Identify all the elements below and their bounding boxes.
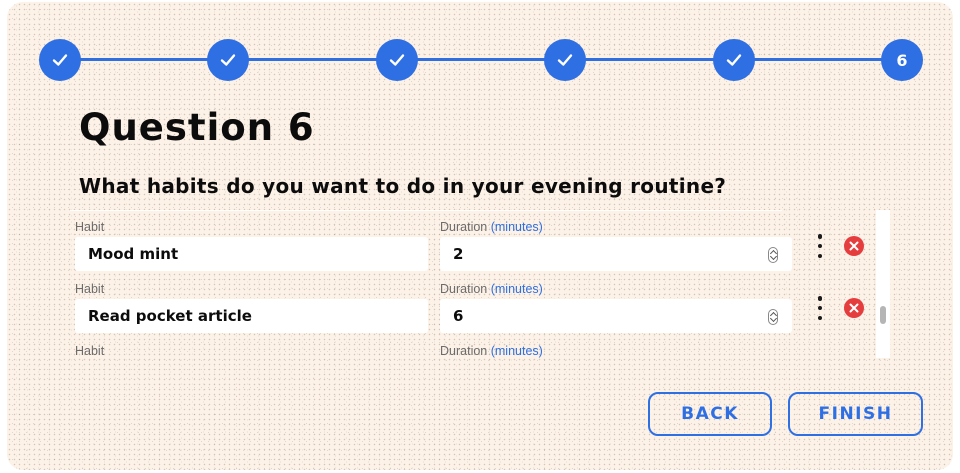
habit-row: Habit Duration (minutes) [70,342,870,358]
duration-label-text: Duration [440,344,488,358]
habit-row: Habit Duration (minutes) Mood mint 2 [70,218,870,280]
stepper-connector [69,58,905,61]
duration-label: Duration (minutes) [440,344,543,358]
habit-label: Habit [75,344,105,358]
duration-unit: (minutes) [490,344,543,358]
step-2-completed[interactable] [207,39,249,81]
step-3-completed[interactable] [376,39,418,81]
check-icon [389,54,405,66]
stepper-icon[interactable] [768,309,778,325]
duration-label-text: Duration [440,220,488,234]
habit-input[interactable]: Read pocket article [75,299,428,333]
habit-list[interactable]: Habit Duration (minutes) Mood mint 2 Hab… [70,210,890,358]
duration-label: Duration (minutes) [440,282,543,296]
more-options-icon[interactable] [816,296,824,320]
delete-icon[interactable] [844,298,864,318]
back-button[interactable]: BACK [648,392,772,436]
step-1-completed[interactable] [39,39,81,81]
habit-label: Habit [75,220,105,234]
step-4-completed[interactable] [544,39,586,81]
step-5-completed[interactable] [713,39,755,81]
more-options-icon[interactable] [816,234,824,258]
habit-row: Habit Duration (minutes) Read pocket art… [70,280,870,342]
duration-input[interactable]: 6 [440,299,792,333]
duration-value: 6 [453,307,464,325]
scrollbar[interactable] [876,210,890,358]
check-icon [220,54,236,66]
habit-label: Habit [75,282,105,296]
step-6-current[interactable]: 6 [881,39,923,81]
habit-input[interactable]: Mood mint [75,237,428,271]
scrollbar-thumb[interactable] [880,306,886,324]
page-title: Question 6 [79,106,315,149]
duration-input[interactable]: 2 [440,237,792,271]
check-icon [726,54,742,66]
stepper-icon[interactable] [768,247,778,263]
list-divider [70,210,782,211]
duration-unit: (minutes) [490,282,543,296]
finish-button[interactable]: FINISH [788,392,923,436]
duration-label: Duration (minutes) [440,220,543,234]
duration-label-text: Duration [440,282,488,296]
question-text: What habits do you want to do in your ev… [79,174,727,198]
progress-stepper: 6 [7,2,953,102]
check-icon [52,54,68,66]
duration-value: 2 [453,245,464,263]
check-icon [557,54,573,66]
delete-icon[interactable] [844,236,864,256]
duration-unit: (minutes) [490,220,543,234]
